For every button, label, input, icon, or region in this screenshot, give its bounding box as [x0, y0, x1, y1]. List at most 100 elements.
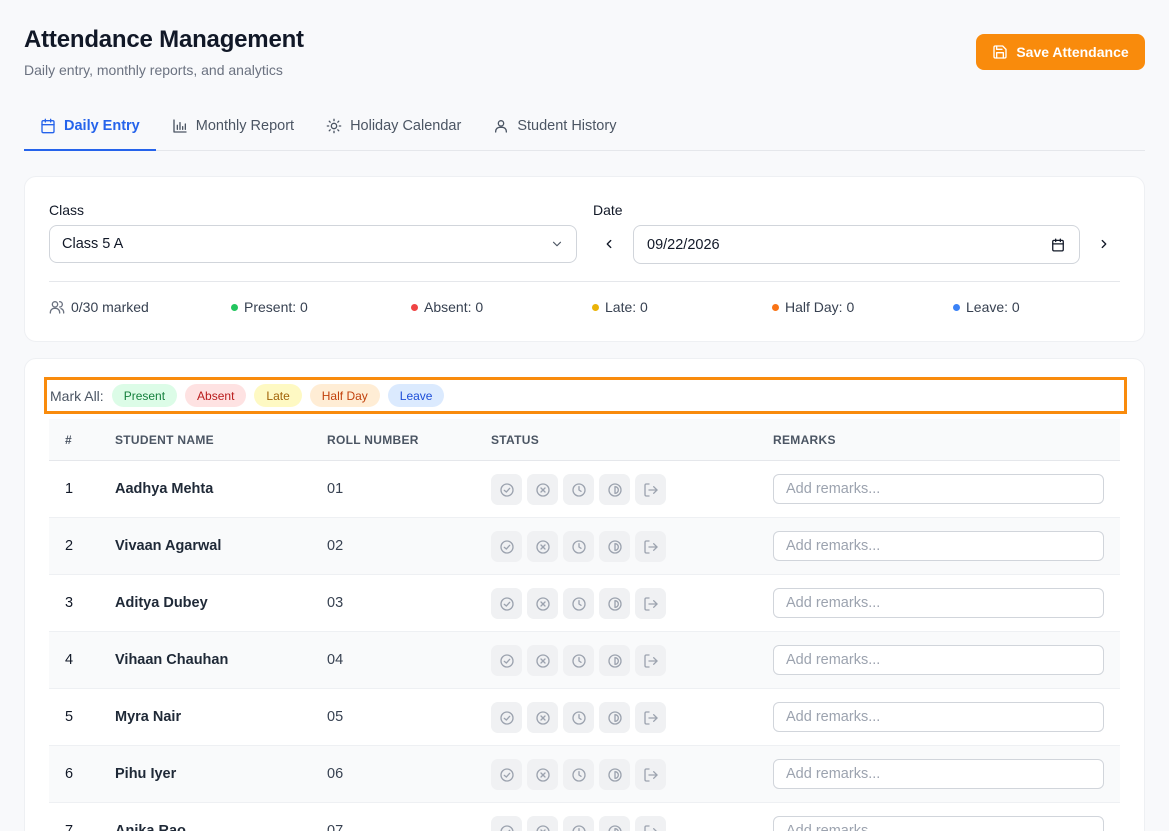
mark-leave-button[interactable]	[635, 816, 666, 831]
half-day-count-text: Half Day: 0	[785, 299, 855, 315]
date-input[interactable]: 09/22/2026	[633, 225, 1080, 264]
late-count-text: Late: 0	[605, 299, 648, 315]
mark-leave-button[interactable]	[635, 759, 666, 790]
mark-all-present-button[interactable]: Present	[111, 384, 178, 407]
tab-label: Monthly Report	[195, 118, 295, 134]
x-circle-icon	[535, 824, 551, 831]
chevron-down-icon	[552, 241, 562, 247]
mark-all-leave-button[interactable]: Leave	[387, 384, 445, 407]
remarks-input[interactable]	[773, 645, 1104, 675]
next-date-button[interactable]	[1092, 232, 1116, 256]
mark-half-day-button[interactable]	[599, 816, 630, 831]
mark-leave-button[interactable]	[635, 702, 666, 733]
remarks-input[interactable]	[773, 531, 1104, 561]
table-row: 3 Aditya Dubey 03	[49, 575, 1120, 632]
tab-holiday-calendar[interactable]: Holiday Calendar	[310, 102, 477, 150]
mark-late-button[interactable]	[563, 645, 594, 676]
log-out-icon	[643, 653, 659, 669]
clock-icon	[571, 482, 587, 498]
tab-student-history[interactable]: Student History	[477, 102, 632, 150]
remarks-input[interactable]	[773, 816, 1104, 831]
remarks-input[interactable]	[773, 759, 1104, 789]
student-name: Vihaan Chauhan	[115, 652, 229, 668]
check-circle-icon	[499, 824, 515, 831]
roll-number: 05	[327, 709, 344, 725]
tab-monthly-report[interactable]: Monthly Report	[156, 102, 310, 150]
check-circle-icon	[499, 767, 515, 783]
save-attendance-label: Save Attendance	[1016, 44, 1129, 60]
mark-present-button[interactable]	[491, 645, 522, 676]
tab-label: Daily Entry	[64, 118, 140, 134]
student-name: Myra Nair	[115, 709, 182, 725]
check-circle-icon	[499, 482, 515, 498]
mark-late-button[interactable]	[563, 759, 594, 790]
remarks-input[interactable]	[773, 474, 1104, 504]
clock-icon	[571, 824, 587, 831]
x-circle-icon	[535, 539, 551, 555]
status-buttons	[491, 759, 666, 790]
mark-leave-button[interactable]	[635, 588, 666, 619]
mark-late-button[interactable]	[563, 702, 594, 733]
mark-late-button[interactable]	[563, 816, 594, 831]
leave-dot	[953, 303, 960, 311]
mark-half-day-button[interactable]	[599, 588, 630, 619]
mark-half-day-button[interactable]	[599, 702, 630, 733]
mark-half-day-button[interactable]	[599, 474, 630, 505]
mark-half-day-button[interactable]	[599, 645, 630, 676]
mark-present-button[interactable]	[491, 588, 522, 619]
mark-present-button[interactable]	[491, 816, 522, 831]
column-header-remarks: REMARKS	[773, 433, 836, 447]
mark-present-button[interactable]	[491, 759, 522, 790]
half-circle-icon	[607, 710, 623, 726]
roll-number: 07	[327, 823, 344, 831]
status-buttons	[491, 816, 666, 831]
mark-leave-button[interactable]	[635, 474, 666, 505]
mark-present-button[interactable]	[491, 474, 522, 505]
mark-late-button[interactable]	[563, 588, 594, 619]
mark-absent-button[interactable]	[527, 531, 558, 562]
clock-icon	[571, 539, 587, 555]
student-name: Pihu Iyer	[115, 766, 177, 782]
x-circle-icon	[535, 767, 551, 783]
mark-all-absent-button[interactable]: Absent	[185, 384, 247, 407]
class-select[interactable]: Class 5 A	[49, 225, 577, 263]
student-name: Aditya Dubey	[115, 595, 208, 611]
mark-present-button[interactable]	[491, 531, 522, 562]
log-out-icon	[643, 539, 659, 555]
leave-count: Leave: 0	[953, 299, 1020, 315]
log-out-icon	[643, 482, 659, 498]
half-circle-icon	[607, 596, 623, 612]
clock-icon	[571, 767, 587, 783]
mark-absent-button[interactable]	[527, 759, 558, 790]
status-buttons	[491, 588, 666, 619]
half-circle-icon	[607, 482, 623, 498]
mark-late-button[interactable]	[563, 474, 594, 505]
save-attendance-button[interactable]: Save Attendance	[976, 34, 1145, 70]
mark-absent-button[interactable]	[527, 816, 558, 831]
remarks-input[interactable]	[773, 702, 1104, 732]
log-out-icon	[643, 767, 659, 783]
tab-daily-entry[interactable]: Daily Entry	[24, 102, 156, 151]
mark-half-day-button[interactable]	[599, 759, 630, 790]
x-circle-icon	[535, 596, 551, 612]
mark-absent-button[interactable]	[527, 474, 558, 505]
calendar-icon[interactable]	[1051, 238, 1065, 252]
mark-leave-button[interactable]	[635, 531, 666, 562]
table-header: # STUDENT NAME ROLL NUMBER STATUS REMARK…	[49, 419, 1120, 461]
remarks-input[interactable]	[773, 588, 1104, 618]
mark-late-button[interactable]	[563, 531, 594, 562]
mark-all-late-button[interactable]: Late	[254, 384, 302, 407]
table-row: 7 Anika Rao 07	[49, 803, 1120, 831]
previous-date-button[interactable]	[597, 232, 621, 256]
table-row: 2 Vivaan Agarwal 02	[49, 518, 1120, 575]
mark-half-day-button[interactable]	[599, 531, 630, 562]
mark-all-label: Mark All:	[50, 387, 104, 404]
mark-present-button[interactable]	[491, 702, 522, 733]
mark-leave-button[interactable]	[635, 645, 666, 676]
mark-all-half-day-button[interactable]: Half Day	[309, 384, 380, 407]
mark-absent-button[interactable]	[527, 588, 558, 619]
late-count: Late: 0	[592, 299, 648, 315]
mark-absent-button[interactable]	[527, 702, 558, 733]
mark-absent-button[interactable]	[527, 645, 558, 676]
late-dot	[592, 303, 599, 311]
